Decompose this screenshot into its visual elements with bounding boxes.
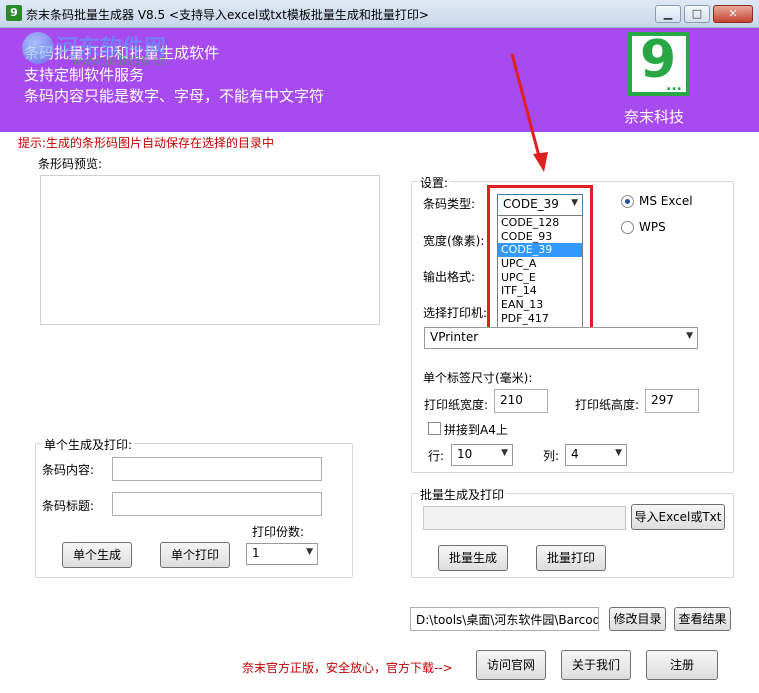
cols-label: 列: [543,449,560,463]
stitch-a4-checkbox[interactable] [428,422,441,435]
paper-height-input[interactable]: 297 [645,389,699,413]
rows-label: 行: [428,449,445,463]
title-bar: 9 奈末条码批量生成器 V8.5 <支持导入excel或txt模板批量生成和批量… [0,0,759,28]
paper-width-input[interactable]: 210 [494,389,548,413]
header-banner: 条码批量打印和批量生成软件 支持定制软件服务 条码内容只能是数字、字母，不能有中… [0,28,759,132]
copies-select[interactable]: 1 ▼ [246,543,318,565]
batch-file-input[interactable] [423,506,626,530]
barcode-preview [40,175,380,325]
paper-width-label: 打印纸宽度: [424,398,489,412]
printer-select[interactable]: VPrinter ▼ [424,327,698,349]
cols-value: 4 [571,447,579,461]
printer-value: VPrinter [430,330,479,344]
barcode-content-input[interactable] [112,457,322,481]
batch-group-title: 批量生成及打印 [418,486,507,503]
content-label: 条码内容: [42,463,95,477]
minimize-button[interactable]: ▁ [655,5,681,23]
paper-height-label: 打印纸高度: [575,398,640,412]
single-generate-button[interactable]: 单个生成 [62,542,132,568]
title-label: 条码标题: [42,499,95,513]
wps-radio-label: WPS [639,220,666,234]
single-print-button[interactable]: 单个打印 [160,542,230,568]
batch-print-button[interactable]: 批量打印 [536,545,606,571]
chevron-down-icon: ▼ [501,448,508,458]
output-dir-input[interactable]: D:\tools\桌面\河东软件园\Barcode [410,607,599,631]
output-format-label: 输出格式: [423,270,476,284]
preview-label: 条形码预览: [38,157,103,171]
copies-label: 打印份数: [252,525,305,539]
wps-radio[interactable] [621,221,634,234]
import-excel-button[interactable]: 导入Excel或Txt [631,504,725,530]
rows-select[interactable]: 10 ▼ [451,444,513,466]
window-title: 奈末条码批量生成器 V8.5 <支持导入excel或txt模板批量生成和批量打印… [26,8,429,22]
single-group-title: 单个生成及打印: [42,436,135,453]
printer-label: 选择打印机: [423,306,488,320]
copies-value: 1 [252,546,260,560]
rows-value: 10 [457,447,473,461]
red-arrow-icon [510,53,548,172]
about-us-button[interactable]: 关于我们 [561,650,631,680]
app-icon: 9 [6,5,22,21]
barcode-type-label: 条码类型: [423,197,476,211]
stitch-a4-label: 拼接到A4上 [444,423,508,437]
settings-group-title: 设置: [418,174,451,191]
excel-radio-label: MS Excel [639,194,693,208]
barcode-title-input[interactable] [112,492,322,516]
chevron-down-icon: ▼ [306,547,313,557]
close-button[interactable]: ✕ [713,5,753,23]
company-logo: 9 ... [628,30,690,96]
excel-radio[interactable] [621,195,634,208]
banner-line-1: 条码批量打印和批量生成软件 [24,44,220,62]
banner-line-2: 支持定制软件服务 [24,66,145,84]
chevron-down-icon: ▼ [686,331,693,341]
company-name: 奈末科技 [624,108,685,126]
chevron-down-icon: ▼ [615,448,622,458]
hint-text: 提示:生成的条形码图片自动保存在选择的目录中 [18,136,275,150]
logo-dots: ... [666,78,682,94]
official-note: 奈末官方正版，安全放心，官方下载--> [242,661,453,675]
label-size-title: 单个标签尺寸(毫米): [423,371,533,385]
width-label: 宽度(像素): [423,234,485,248]
register-button[interactable]: 注册 [646,650,718,680]
batch-generate-button[interactable]: 批量生成 [438,545,508,571]
maximize-button[interactable]: □ [684,5,710,23]
cols-select[interactable]: 4 ▼ [565,444,627,466]
change-dir-button[interactable]: 修改目录 [609,607,666,631]
highlight-box [487,185,593,331]
view-result-button[interactable]: 查看结果 [674,607,731,631]
visit-website-button[interactable]: 访问官网 [476,650,546,680]
banner-line-3: 条码内容只能是数字、字母，不能有中文字符 [24,87,325,105]
